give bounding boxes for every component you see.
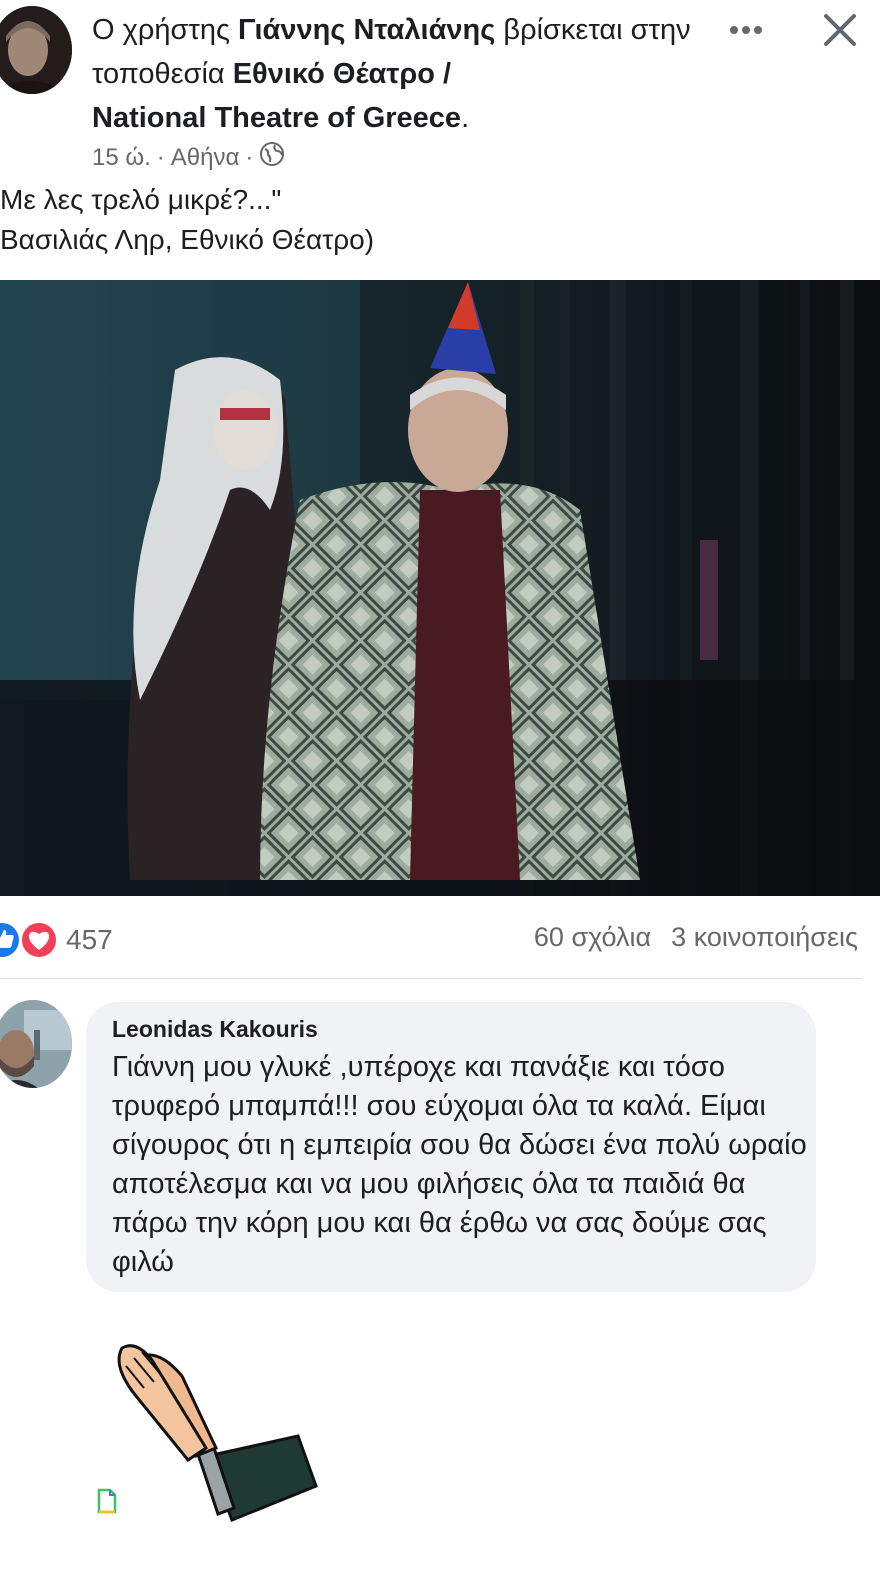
meta-separator: ·	[156, 144, 165, 171]
post-place: Αθήνα	[170, 144, 240, 171]
meta-separator-2: ·	[245, 144, 254, 171]
post-header: Ο χρήστης Γιάννης Νταλιάνης βρίσκεται στ…	[92, 8, 702, 140]
reactions-summary[interactable]: 457	[0, 920, 113, 960]
close-icon[interactable]	[818, 8, 862, 52]
commenter-avatar[interactable]	[0, 1000, 72, 1088]
comments-count[interactable]: 60 σχόλια	[534, 922, 651, 953]
author-avatar[interactable]	[0, 6, 72, 94]
location-name-2[interactable]: National Theatre of Greece	[92, 102, 461, 134]
divider	[0, 978, 862, 979]
love-reaction-icon	[20, 921, 58, 959]
comment-author[interactable]: Leonidas Kakouris	[112, 1016, 318, 1043]
post-stats: 60 σχόλια 3 κοινοποιήσεις	[534, 922, 858, 953]
author-name[interactable]: Γιάννης Νταλιάνης	[238, 14, 495, 46]
post-time[interactable]: 15 ώ.	[92, 142, 151, 174]
document-icon[interactable]	[96, 1488, 118, 1514]
caption-line-1: Με λες τρελό μικρέ?..."	[0, 184, 282, 215]
post-meta: 15 ώ. · Αθήνα ·	[92, 141, 285, 176]
comment-text: Γιάννη μου γλυκέ ,υπέροχε και πανάξιε κα…	[112, 1051, 807, 1278]
caption-line-2: Βασιλιάς Ληρ, Εθνικό Θέατρο)	[0, 224, 375, 255]
header-end: .	[461, 102, 470, 134]
shares-count[interactable]: 3 κοινοποιήσεις	[671, 922, 858, 953]
post-caption: Με λες τρελό μικρέ?..." Βασιλιάς Ληρ, Εθ…	[0, 180, 374, 260]
clapping-hands-sticker	[112, 1336, 326, 1528]
location-name-1[interactable]: Εθνικό Θέατρο /	[233, 58, 451, 90]
header-prefix: Ο χρήστης	[92, 14, 238, 46]
globe-icon	[259, 141, 285, 176]
post-photo[interactable]	[0, 280, 880, 896]
like-reaction-icon	[0, 922, 20, 958]
more-options-icon[interactable]	[726, 12, 770, 48]
reaction-count: 457	[66, 924, 113, 955]
